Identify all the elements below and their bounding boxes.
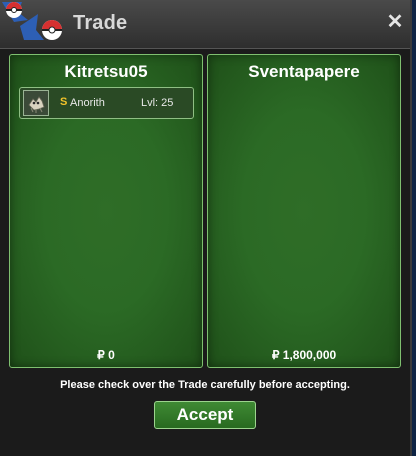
my-offer-panel: Kitretsu05 S Anorith Lvl: 25 ₽ 0 xyxy=(9,54,203,368)
my-player-name: Kitretsu05 xyxy=(64,62,148,81)
partner-player-name: Sventapapere xyxy=(248,62,360,81)
partner-money-offer: ₽ 1,800,000 xyxy=(271,348,337,362)
partner-offer-panel: Sventapapere ₽ 1,800,000 xyxy=(207,54,401,368)
trade-window: Trade ✕ Kitretsu05 S Anorith Lvl: 25 ₽ 0… xyxy=(0,0,412,456)
pokemon-sprite-icon xyxy=(23,90,49,116)
trade-warning-text: Please check over the Trade carefully be… xyxy=(60,379,350,391)
pokemon-name: Anorith xyxy=(70,97,105,109)
close-button[interactable]: ✕ xyxy=(386,12,404,32)
pokemon-level: Lvl: 25 xyxy=(141,97,174,109)
title-bar[interactable]: Trade ✕ xyxy=(0,0,410,49)
pokeball-logo-icon xyxy=(2,2,62,40)
my-money-offer: ₽ 0 xyxy=(97,348,115,362)
trade-item-slot[interactable]: S Anorith Lvl: 25 xyxy=(19,87,194,119)
shiny-badge: S xyxy=(60,96,68,108)
accept-button[interactable]: Accept xyxy=(154,401,256,429)
window-title: Trade xyxy=(73,12,128,34)
background-edge xyxy=(412,0,416,456)
